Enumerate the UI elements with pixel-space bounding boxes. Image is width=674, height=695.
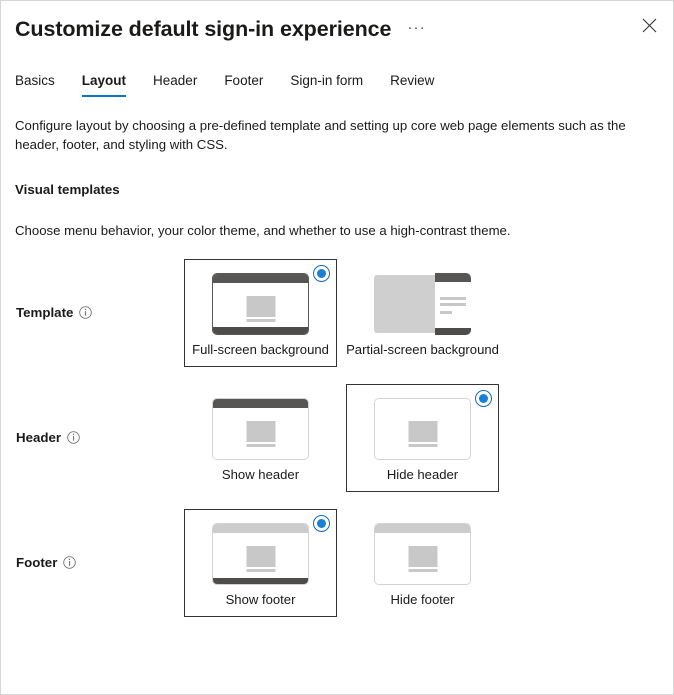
radio-selected-icon[interactable] bbox=[313, 264, 330, 282]
option-label: Hide header bbox=[386, 466, 459, 482]
dialog-content: Configure layout by choosing a pre-defin… bbox=[1, 116, 673, 625]
row-label-footer-text: Footer bbox=[16, 555, 58, 570]
option-hide-footer[interactable]: Hide footer bbox=[346, 509, 499, 617]
close-button[interactable] bbox=[635, 11, 663, 39]
thumbnail-partial-screen-background bbox=[374, 272, 471, 335]
row-label-template-text: Template bbox=[16, 305, 74, 320]
radio-selected-icon[interactable] bbox=[475, 389, 492, 407]
tab-layout[interactable]: Layout bbox=[81, 73, 127, 97]
row-label-footer: Footer bbox=[15, 555, 184, 570]
option-label: Show header bbox=[221, 466, 300, 482]
info-icon[interactable] bbox=[67, 431, 80, 444]
row-header: Header Show header Hide header bbox=[15, 375, 659, 500]
tab-header[interactable]: Header bbox=[153, 73, 197, 97]
info-icon[interactable] bbox=[79, 306, 93, 319]
thumbnail-show-footer bbox=[212, 522, 309, 585]
section-heading: Visual templates bbox=[15, 182, 120, 197]
section-description: Choose menu behavior, your color theme, … bbox=[15, 223, 511, 238]
option-partial-screen-background[interactable]: Partial-screen background bbox=[346, 259, 499, 367]
thumbnail-show-header bbox=[212, 397, 309, 460]
option-label: Show footer bbox=[225, 591, 296, 607]
option-show-footer[interactable]: Show footer bbox=[184, 508, 337, 617]
tab-sign-in-form[interactable]: Sign-in form bbox=[290, 73, 363, 97]
thumbnail-full-screen-background bbox=[212, 272, 309, 335]
layout-description: Configure layout by choosing a pre-defin… bbox=[15, 118, 626, 152]
option-rows: Template Full-screen background Partial-… bbox=[15, 250, 659, 625]
option-hide-header[interactable]: Hide header bbox=[346, 383, 499, 492]
close-icon bbox=[642, 18, 656, 32]
customize-sign-in-dialog: Customize default sign-in experience ···… bbox=[0, 0, 674, 695]
radio-selected-icon[interactable] bbox=[313, 514, 330, 532]
row-template: Template Full-screen background Partial-… bbox=[15, 250, 659, 375]
row-label-header: Header bbox=[15, 430, 184, 445]
info-icon[interactable] bbox=[63, 556, 77, 569]
tab-basics[interactable]: Basics bbox=[15, 73, 55, 97]
choices-footer: Show footer Hide footer bbox=[184, 508, 508, 617]
more-options-button[interactable]: ··· bbox=[404, 16, 429, 44]
page-title: Customize default sign-in experience bbox=[15, 17, 392, 42]
choices-template: Full-screen background Partial-screen ba… bbox=[184, 258, 508, 367]
choices-header: Show header Hide header bbox=[184, 383, 508, 492]
option-full-screen-background[interactable]: Full-screen background bbox=[184, 258, 337, 367]
row-label-header-text: Header bbox=[16, 430, 62, 445]
thumbnail-hide-header bbox=[374, 397, 471, 460]
tab-footer[interactable]: Footer bbox=[224, 73, 263, 97]
tab-bar: Basics Layout Header Footer Sign-in form… bbox=[1, 63, 673, 97]
option-label: Full-screen background bbox=[192, 341, 329, 357]
option-label: Hide footer bbox=[390, 591, 455, 607]
option-show-header[interactable]: Show header bbox=[184, 384, 337, 492]
dialog-titlebar: Customize default sign-in experience ··· bbox=[1, 1, 673, 59]
option-label: Partial-screen background bbox=[346, 341, 499, 357]
thumbnail-hide-footer bbox=[374, 522, 471, 585]
tab-review[interactable]: Review bbox=[390, 73, 434, 97]
row-footer: Footer Show footer Hide footer bbox=[15, 500, 659, 625]
row-label-template: Template bbox=[15, 305, 184, 320]
